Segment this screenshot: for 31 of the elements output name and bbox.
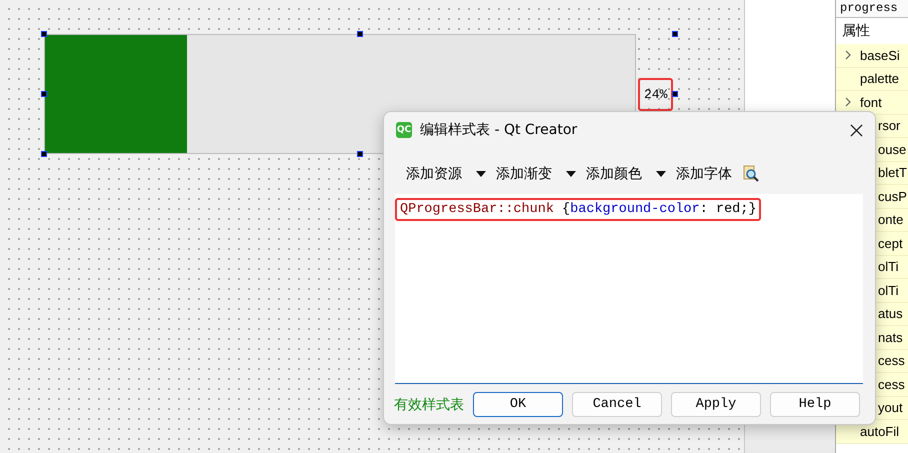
dropdown-button[interactable]: 添加资源	[406, 165, 486, 183]
property-header: 属性	[841, 22, 871, 41]
dialog-button[interactable]: Help	[770, 392, 860, 417]
property-row[interactable]: baseSi	[836, 44, 908, 68]
resize-handle[interactable]	[672, 91, 678, 97]
magnifier-icon[interactable]	[742, 165, 760, 183]
resize-handle[interactable]	[41, 31, 47, 37]
caret-icon	[656, 171, 666, 177]
dialog-button[interactable]: Apply	[671, 392, 761, 417]
object-name: progress	[836, 0, 908, 18]
expand-icon[interactable]	[844, 49, 852, 62]
toolbar-button[interactable]: 添加字体	[676, 165, 732, 183]
dialog-button[interactable]: Cancel	[572, 392, 662, 417]
code-editor[interactable]: QProgressBar::chunk {background-color: red;}	[395, 194, 863, 384]
expand-icon[interactable]	[844, 96, 852, 108]
property-row[interactable]: palette	[836, 68, 908, 91]
resize-handle[interactable]	[356, 151, 362, 157]
app-icon: QC	[396, 122, 412, 138]
dropdown-button[interactable]: 添加颜色	[586, 165, 666, 183]
resize-handle[interactable]	[672, 31, 678, 37]
resize-handle[interactable]	[356, 31, 362, 37]
resize-handle[interactable]	[41, 91, 47, 97]
close-icon[interactable]	[850, 124, 863, 136]
status-label: 有效样式表	[394, 396, 464, 414]
caret-icon	[476, 171, 486, 177]
resize-handle[interactable]	[41, 151, 47, 157]
window-title: 编辑样式表 - Qt Creator	[420, 121, 578, 139]
property-row[interactable]: font	[836, 91, 908, 114]
dropdown-button[interactable]: 添加渐变	[496, 165, 576, 183]
dialog-button[interactable]: OK	[473, 392, 563, 417]
caret-icon	[566, 171, 576, 177]
